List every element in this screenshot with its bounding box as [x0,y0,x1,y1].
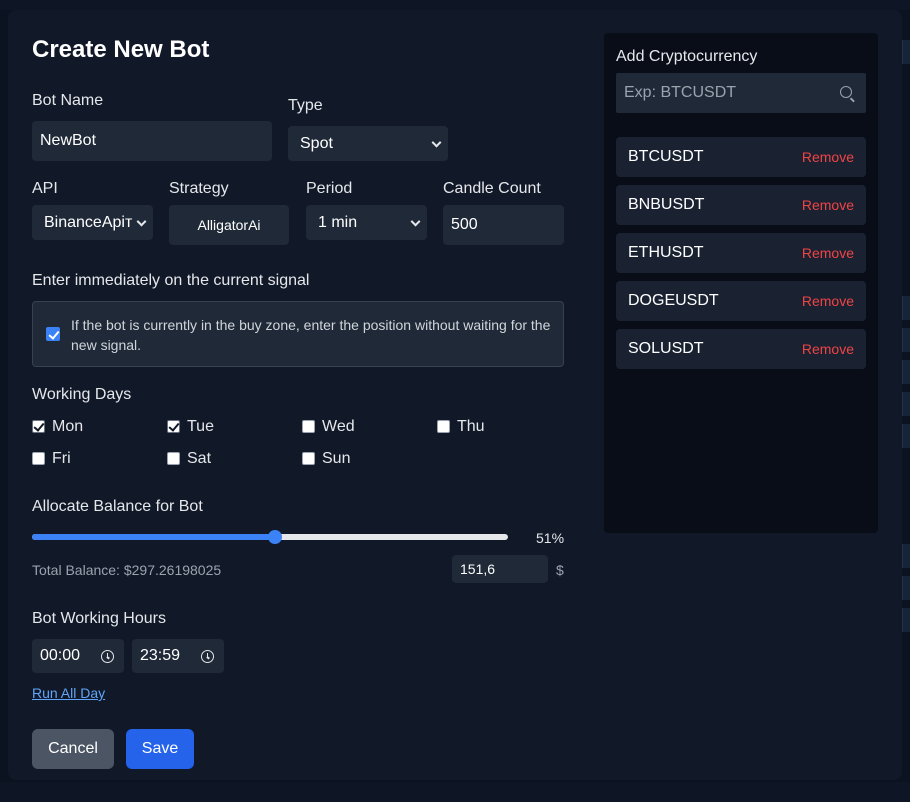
immediate-entry-checkbox[interactable] [46,327,60,341]
backdrop-row [902,544,910,568]
strategy-button[interactable]: AlligatorAi [169,205,289,245]
total-balance: Total Balance: $297.26198025 [32,562,222,578]
day-label-mon: Mon [52,418,84,435]
day-label-tue: Tue [187,418,214,435]
clock-icon[interactable] [101,650,114,663]
backdrop [0,0,910,10]
day-label-fri: Fri [52,450,71,467]
crypto-panel: Add Cryptocurrency Exp: BTCUSDT BTCUSDT … [604,33,878,533]
remove-coin-button[interactable]: Remove [802,197,854,213]
remove-coin-button[interactable]: Remove [802,341,854,357]
period-select[interactable]: 1 min [306,205,427,240]
day-checkbox-sun[interactable] [302,452,315,465]
allocate-percent: 51% [536,530,565,546]
bot-name-value: NewBot [40,132,97,149]
bot-name-label: Bot Name [32,92,104,109]
day-checkbox-fri[interactable] [32,452,45,465]
crypto-search-input[interactable]: Exp: BTCUSDT [616,73,866,113]
allocate-amount-input[interactable]: 151,6 [452,555,548,583]
backdrop-row [902,328,910,352]
coin-item: SOLUSDT Remove [616,329,866,369]
allocate-slider[interactable] [32,530,508,544]
day-checkbox-tue[interactable] [167,420,180,433]
slider-fill [32,534,275,540]
allocate-amount-value: 151,6 [460,561,496,577]
crypto-panel-title: Add Cryptocurrency [616,48,758,65]
period-label: Period [306,180,353,197]
search-icon[interactable] [840,86,852,98]
day-label-thu: Thu [457,418,485,435]
day-checkbox-thu[interactable] [437,420,450,433]
type-value: Spot [300,134,333,152]
day-label-sun: Sun [322,450,351,467]
end-time-value: 23:59 [140,647,181,664]
immediate-entry-heading: Enter immediately on the current signal [32,272,310,289]
backdrop-row [902,296,910,320]
create-bot-modal: Create New Bot Bot Name NewBot Type Spot… [8,10,902,780]
chevron-down-icon [136,216,147,227]
api-value: BinanceApiт [44,213,133,231]
candle-count-label: Candle Count [443,180,541,197]
end-time-input[interactable]: 23:59 [132,639,224,673]
candle-count-input[interactable]: 500 [443,205,564,245]
period-value: 1 min [318,213,358,231]
remove-coin-button[interactable]: Remove [802,293,854,309]
working-hours-heading: Bot Working Hours [32,610,166,627]
backdrop-row [902,392,910,416]
day-label-sat: Sat [187,450,212,467]
chevron-down-icon [410,216,421,227]
backdrop-row [902,576,910,600]
coin-name: BTCUSDT [628,148,704,165]
api-label: API [32,180,58,197]
crypto-search-placeholder: Exp: BTCUSDT [624,84,737,101]
type-label: Type [288,97,323,114]
currency-symbol: $ [556,562,564,578]
backdrop-row [902,424,910,448]
coin-item: BNBUSDT Remove [616,185,866,225]
save-button[interactable]: Save [126,729,194,769]
slider-thumb[interactable] [267,530,282,544]
strategy-value: AlligatorAi [197,217,261,233]
coin-name: BNBUSDT [628,196,705,213]
cancel-button[interactable]: Cancel [32,729,114,769]
coin-item: BTCUSDT Remove [616,137,866,177]
backdrop-bottom [0,782,910,802]
immediate-entry-box: If the bot is currently in the buy zone,… [32,301,564,367]
remove-coin-button[interactable]: Remove [802,245,854,261]
clock-icon[interactable] [201,650,214,663]
backdrop-row [902,40,910,64]
start-time-value: 00:00 [40,647,81,664]
start-time-input[interactable]: 00:00 [32,639,124,673]
backdrop-row [902,608,910,632]
working-days-heading: Working Days [32,386,132,403]
chevron-down-icon [431,137,442,148]
modal-title: Create New Bot [32,36,210,63]
coin-item: DOGEUSDT Remove [616,281,866,321]
day-checkbox-wed[interactable] [302,420,315,433]
coin-name: DOGEUSDT [628,292,719,309]
run-all-day-link[interactable]: Run All Day [32,685,105,701]
candle-count-value: 500 [451,216,478,233]
remove-coin-button[interactable]: Remove [802,149,854,165]
bot-name-input[interactable]: NewBot [32,121,272,161]
day-checkbox-mon[interactable] [32,420,45,433]
day-label-wed: Wed [322,418,355,435]
coin-name: ETHUSDT [628,244,704,261]
day-checkbox-sat[interactable] [167,452,180,465]
immediate-entry-text: If the bot is currently in the buy zone,… [71,317,551,353]
api-select[interactable]: BinanceApiт [32,205,153,240]
coin-item: ETHUSDT Remove [616,233,866,273]
strategy-label: Strategy [169,180,229,197]
type-select[interactable]: Spot [288,126,448,161]
backdrop-row [902,360,910,384]
allocate-heading: Allocate Balance for Bot [32,498,203,515]
coin-name: SOLUSDT [628,340,704,357]
